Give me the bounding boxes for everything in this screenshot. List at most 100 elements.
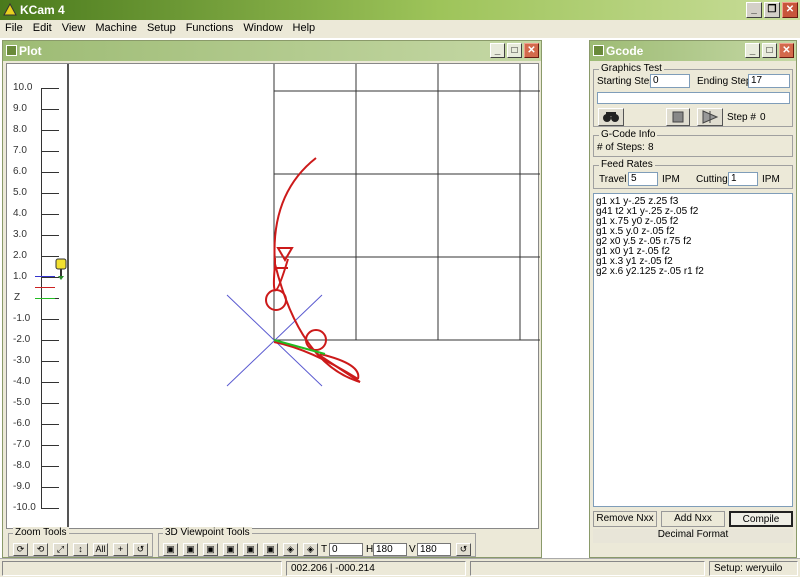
plot-title: Plot [19,44,42,58]
ruler-tick [41,508,59,509]
cutting-label: Cutting [696,174,728,185]
travel-rate-input[interactable]: 5 [628,172,658,186]
plot-window-controls: _ □ ✕ [490,43,539,58]
gcode-line[interactable]: g2 x.6 y2.125 z-.05 r1 f2 [596,267,790,277]
z-ruler: 10.0 9.0 8.0 7.0 6.0 5.0 4.0 3.0 2.0 1.0 Z -1.0 -2.0… [7,64,69,528]
v-rotation-spinner[interactable]: 180 [417,543,451,556]
menu-view[interactable]: View [57,20,91,38]
toolpath-drawing[interactable] [70,64,540,530]
h-rotation-spinner[interactable]: 180 [373,543,407,556]
status-pane-message [2,561,282,576]
close-icon[interactable]: ✕ [779,43,794,58]
zoom-out-icon[interactable]: ⟲ [33,543,48,556]
ruler-tick [41,151,59,152]
view-reset-icon[interactable]: ↺ [456,543,471,556]
travel-unit: IPM [662,174,680,185]
cutting-unit: IPM [762,174,780,185]
ruler-marker [35,287,55,288]
ending-step-input[interactable]: 17 [748,74,790,88]
plot-canvas[interactable]: 10.0 9.0 8.0 7.0 6.0 5.0 4.0 3.0 2.0 1.0 Z -1.0 -2.0… [6,63,540,530]
stock-grid [273,64,540,341]
gcode-titlebar[interactable]: Gcode _ □ ✕ [590,41,796,61]
maximize-icon[interactable]: □ [507,43,522,58]
view-top-icon[interactable]: ▣ [243,543,258,556]
ruler-tick [41,235,59,236]
ruler-tick [41,340,59,341]
view-bottom-icon[interactable]: ▣ [263,543,278,556]
cursor-coordinates: 002.206 | -000.214 [286,561,466,576]
feed-rates-label: Feed Rates [599,159,655,170]
step-number-label: Step # [727,112,756,123]
close-icon[interactable]: ✕ [782,2,798,18]
play-step-icon[interactable] [697,108,723,126]
plot-titlebar[interactable]: Plot _ □ ✕ [3,41,541,61]
minimize-icon[interactable]: _ [490,43,505,58]
ruler-tick [41,193,59,194]
graphics-test-panel: Graphics Test Starting Step: 0 Ending St… [593,63,793,127]
menu-functions[interactable]: Functions [181,20,239,38]
find-icon[interactable] [598,108,624,126]
ruler-tick [41,256,59,257]
ruler-tick [41,487,59,488]
menu-bar: File Edit View Machine Setup Functions W… [0,20,800,38]
plot-toolbar: Zoom Tools ⟳ ⟲ ⤢ ↕ All + ↺ 3D Viewpoint … [6,527,539,557]
ruler-tick [41,466,59,467]
gcode-window-controls: _ □ ✕ [745,43,794,58]
app-window-controls: _ ❐ ✕ [746,2,798,18]
ruler-tick [41,88,59,89]
ruler-tick [41,382,59,383]
starting-step-label: Starting Step: [597,76,658,87]
starting-step-input[interactable]: 0 [650,74,690,88]
status-bar: 002.206 | -000.214 Setup: weryuilo [0,558,800,577]
minimize-icon[interactable]: _ [745,43,760,58]
view-back-icon[interactable]: ▣ [183,543,198,556]
add-line-numbers-button[interactable]: Add Nxx [661,511,725,527]
ruler-tick [41,172,59,173]
zoom-tools-label: Zoom Tools [13,527,69,538]
ruler-tick-label: Z [14,292,21,303]
cutting-rate-input[interactable]: 1 [728,172,758,186]
menu-help[interactable]: Help [288,20,321,38]
zoom-xy-icon[interactable]: ↕ [73,543,88,556]
restore-icon[interactable]: ❐ [764,2,780,18]
tilt-spinner[interactable]: 0 [329,543,363,556]
view-right-icon[interactable]: ▣ [223,543,238,556]
zoom-in-icon[interactable]: ⟳ [13,543,28,556]
compile-button[interactable]: Compile [729,511,793,527]
ruler-tick [41,109,59,110]
view-left-icon[interactable]: ▣ [203,543,218,556]
setup-name: Setup: weryuilo [709,561,798,576]
menu-window[interactable]: Window [238,20,287,38]
menu-file[interactable]: File [0,20,28,38]
ruler-tick [41,403,59,404]
tool-marker-icon[interactable] [55,258,67,280]
zoom-reset-icon[interactable]: ↺ [133,543,148,556]
gcode-window: Gcode _ □ ✕ Graphics Test Starting Step:… [589,40,797,558]
ruler-tick [41,424,59,425]
zoom-center-icon[interactable]: + [113,543,128,556]
app-title: KCam 4 [20,3,65,17]
gcode-editor[interactable]: g1 x1 y-.25 z.25 f3 g41 t2 x1 y-.25 z-.0… [593,193,793,507]
ruler-tick [41,130,59,131]
v-label: V [409,544,416,555]
zoom-all-button[interactable]: All [93,543,108,556]
ruler-tick [41,361,59,362]
ruler-tick [41,214,59,215]
step-number-value: 0 [760,112,766,123]
status-pane-empty [470,561,705,576]
ruler-tick [41,445,59,446]
view-front-icon[interactable]: ▣ [163,543,178,556]
stop-icon[interactable] [666,108,690,126]
maximize-icon[interactable]: □ [762,43,777,58]
view-iso-icon[interactable]: ◈ [283,543,298,556]
zoom-window-icon[interactable]: ⤢ [53,543,68,556]
feed-rates-panel: Feed Rates Travel 5 IPM Cutting 1 IPM [593,159,793,189]
menu-machine[interactable]: Machine [90,20,142,38]
remove-line-numbers-button[interactable]: Remove Nxx [593,511,657,527]
view-iso2-icon[interactable]: ◈ [303,543,318,556]
menu-edit[interactable]: Edit [28,20,57,38]
menu-setup[interactable]: Setup [142,20,181,38]
close-icon[interactable]: ✕ [524,43,539,58]
minimize-icon[interactable]: _ [746,2,762,18]
gcode-info-panel: G-Code Info # of Steps: 8 [593,129,793,157]
